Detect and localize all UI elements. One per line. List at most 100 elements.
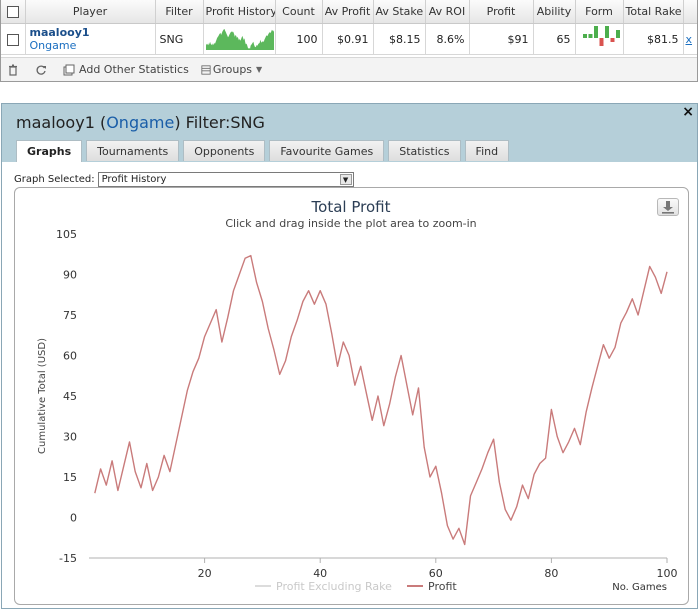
profit-history-cell[interactable] <box>203 23 276 55</box>
x-tick-label: 80 <box>544 567 558 580</box>
form-bar <box>582 33 587 38</box>
header-filter[interactable]: Filter <box>155 0 204 24</box>
header-profit-history[interactable]: Profit History <box>203 0 276 24</box>
legend-label: Profit <box>428 580 457 593</box>
groups-dropdown[interactable]: Groups ▼ <box>201 63 262 76</box>
form-bar <box>615 29 620 38</box>
select-all-checkbox[interactable] <box>1 0 26 24</box>
panel-title: maalooy1 (Ongame) Filter:SNG <box>16 113 265 132</box>
header-count[interactable]: Count <box>275 0 323 24</box>
chart-frame[interactable]: Total Profit Click and drag inside the pl… <box>14 187 689 605</box>
graph-select-row: Graph Selected: Profit History ▼ <box>14 172 354 187</box>
chart-title: Total Profit <box>311 198 391 216</box>
form-bar <box>604 25 609 38</box>
profit-chart[interactable]: Total ProfitClick and drag inside the pl… <box>15 188 688 604</box>
form-bar <box>599 37 603 46</box>
av-profit-cell: $0.91 <box>322 23 374 55</box>
y-tick-label: 90 <box>63 269 77 282</box>
stats-toolbar: Add Other Statistics Groups ▼ <box>1 57 697 81</box>
panel-site-link[interactable]: Ongame <box>106 113 174 132</box>
y-tick-label: 0 <box>70 512 77 525</box>
y-tick-label: 30 <box>63 431 77 444</box>
panel-player-name: maalooy1 <box>16 113 95 132</box>
header-av-roi[interactable]: Av ROI <box>425 0 470 24</box>
series-line-profit[interactable] <box>94 254 668 546</box>
y-tick-label: 75 <box>63 309 77 322</box>
groups-icon <box>201 64 211 75</box>
y-tick-label: 15 <box>63 471 77 484</box>
tab-opponents[interactable]: Opponents <box>183 140 266 161</box>
tab-bar: Graphs Tournaments Opponents Favourite G… <box>16 140 513 162</box>
refresh-button[interactable] <box>35 64 51 76</box>
header-player[interactable]: Player <box>25 0 156 24</box>
count-cell: 100 <box>275 23 323 55</box>
chevron-down-icon: ▼ <box>256 65 263 74</box>
legend-label: Profit Excluding Rake <box>276 580 392 593</box>
tab-find[interactable]: Find <box>464 140 510 161</box>
av-stake-cell: $8.15 <box>373 23 426 55</box>
chart-legend: Profit Excluding Rake Profit <box>255 580 457 593</box>
graph-selected-label: Graph Selected: <box>14 174 95 185</box>
y-tick-label: 45 <box>63 390 77 403</box>
form-chart <box>582 25 620 46</box>
header-form[interactable]: Form <box>575 0 624 24</box>
refresh-icon <box>36 65 46 75</box>
form-bar <box>593 25 598 38</box>
tab-tournaments[interactable]: Tournaments <box>86 140 180 161</box>
x-tick-label: 100 <box>657 567 678 580</box>
header-profit[interactable]: Profit <box>469 0 534 24</box>
tab-statistics[interactable]: Statistics <box>388 140 461 161</box>
legend-item-profit[interactable]: Profit <box>407 580 457 593</box>
filter-cell: SNG <box>155 23 204 55</box>
av-roi-cell: 8.6% <box>425 23 470 55</box>
tab-graphs[interactable]: Graphs <box>16 140 83 162</box>
legend-item-profit-excluding-rake[interactable]: Profit Excluding Rake <box>255 580 392 593</box>
chevron-down-icon: ▼ <box>339 174 352 185</box>
trash-icon <box>9 64 17 76</box>
profit-cell: $91 <box>469 23 534 55</box>
delete-button[interactable] <box>7 64 23 76</box>
form-cell <box>575 23 624 55</box>
groups-label: Groups <box>212 63 253 76</box>
stats-header-row: Player Filter Profit History Count Av Pr… <box>1 0 697 24</box>
remove-cell: x <box>683 23 697 55</box>
form-bar <box>588 33 592 38</box>
row-checkbox[interactable] <box>1 23 26 55</box>
graph-select-dropdown[interactable]: Profit History ▼ <box>97 172 354 187</box>
ability-cell: 65 <box>533 23 576 55</box>
y-tick-label: -15 <box>59 552 77 565</box>
player-site-link[interactable]: Ongame <box>30 39 151 52</box>
x-tick-label: 60 <box>429 567 443 580</box>
y-tick-label: 60 <box>63 350 77 363</box>
player-cell: maalooy1 Ongame <box>25 23 156 55</box>
total-rake-cell: $81.5 <box>623 23 684 55</box>
player-panel: maalooy1 (Ongame) Filter:SNG × Graphs To… <box>1 103 698 609</box>
header-total-rake[interactable]: Total Rake <box>623 0 684 24</box>
x-axis-label: No. Games <box>612 582 667 593</box>
form-bar <box>610 37 614 42</box>
download-chart-button[interactable] <box>657 198 679 216</box>
chart-subtitle: Click and drag inside the plot area to z… <box>225 217 476 230</box>
y-tick-label: 105 <box>56 228 77 241</box>
profit-sparkline <box>205 28 274 50</box>
header-ability[interactable]: Ability <box>533 0 576 24</box>
panel-header: maalooy1 (Ongame) Filter:SNG × Graphs To… <box>2 104 697 162</box>
tab-favourite-games[interactable]: Favourite Games <box>269 140 385 161</box>
stats-table: Player Filter Profit History Count Av Pr… <box>1 0 697 55</box>
add-stats-icon <box>63 64 75 75</box>
panel-filter: Filter:SNG <box>185 113 265 132</box>
x-tick-label: 40 <box>313 567 327 580</box>
table-row: maalooy1 Ongame SNG 100 $0.91 $8.15 8.6%… <box>1 23 697 55</box>
stats-panel: Player Filter Profit History Count Av Pr… <box>0 0 698 82</box>
remove-player-link[interactable]: x <box>686 33 693 46</box>
header-av-stake[interactable]: Av Stake <box>373 0 426 24</box>
add-other-statistics-label: Add Other Statistics <box>79 63 189 76</box>
add-other-statistics-button[interactable]: Add Other Statistics <box>63 63 189 76</box>
y-axis-label: Cumulative Total (USD) <box>37 338 48 454</box>
x-tick-label: 20 <box>198 567 212 580</box>
download-icon <box>662 201 674 214</box>
close-icon[interactable]: × <box>682 104 694 120</box>
header-spacer <box>683 0 697 24</box>
header-av-profit[interactable]: Av Profit <box>322 0 374 24</box>
player-name-link[interactable]: maalooy1 <box>30 26 151 39</box>
